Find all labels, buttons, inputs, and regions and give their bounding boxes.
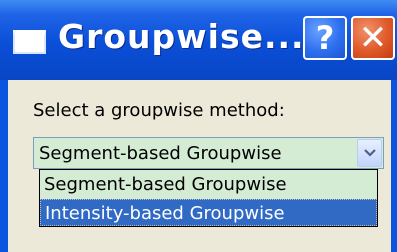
dropdown-arrow-icon [363,145,376,161]
help-icon: ? [315,19,335,57]
window-title: Groupwise... [58,17,305,56]
close-icon: ✕ [358,18,388,58]
method-prompt-label: Select a groupwise method: [33,100,285,121]
combobox-selected-value: Segment-based Groupwise [39,143,282,164]
title-bar[interactable]: Groupwise... ? ✕ [0,0,397,80]
window-icon [13,30,46,54]
close-button[interactable]: ✕ [351,16,395,60]
help-button[interactable]: ? [303,16,347,60]
dialog-window: Groupwise... ? ✕ Select a groupwise meth… [0,0,397,252]
method-dropdown-list: Segment-based Groupwise Intensity-based … [39,169,378,227]
dropdown-option-segment[interactable]: Segment-based Groupwise [40,171,377,198]
dropdown-option-intensity[interactable]: Intensity-based Groupwise [40,199,377,226]
method-combobox[interactable]: Segment-based Groupwise [33,137,384,169]
dropdown-arrow-button[interactable] [357,139,382,167]
